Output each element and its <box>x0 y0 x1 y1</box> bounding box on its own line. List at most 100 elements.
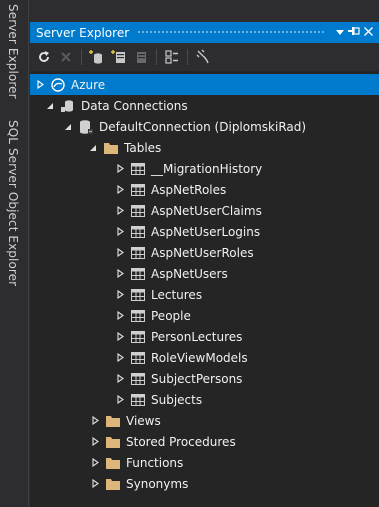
stop-icon <box>61 52 71 62</box>
expand-arrow[interactable] <box>114 221 126 242</box>
vs-window: Server Explorer SQL Server Object Explor… <box>0 0 379 507</box>
chevron-right-icon <box>116 290 124 299</box>
chevron-right-icon <box>116 185 124 194</box>
panel-toolbar <box>30 43 379 71</box>
table-icon <box>130 161 146 177</box>
auto-hide-button[interactable] <box>347 22 361 43</box>
chevron-down-icon <box>336 30 344 35</box>
tree-node-table[interactable]: AspNetRoles <box>30 179 379 200</box>
table-icon <box>130 350 146 366</box>
folder-icon <box>103 140 119 156</box>
tree-node-functions-folder[interactable]: Functions <box>30 452 379 473</box>
tree-node-label: Synonyms <box>126 476 189 491</box>
expand-arrow[interactable] <box>114 326 126 347</box>
expand-arrow[interactable] <box>89 452 101 473</box>
properties-button[interactable] <box>162 47 182 67</box>
close-button[interactable] <box>361 22 375 43</box>
collapse-arrow[interactable] <box>44 95 56 116</box>
tree-node-label: Stored Procedures <box>126 434 236 449</box>
server-explorer-tree: Azure Data Connections DefaultConnection… <box>30 74 379 507</box>
tree-node-table[interactable]: Lectures <box>30 284 379 305</box>
server-disabled-icon <box>137 52 146 63</box>
table-icon <box>130 203 146 219</box>
tree-node-label: Views <box>126 413 161 428</box>
expand-arrow[interactable] <box>89 473 101 494</box>
expand-arrow[interactable] <box>114 305 126 326</box>
chevron-right-icon <box>36 80 44 89</box>
chevron-right-icon <box>116 269 124 278</box>
toolbar-separator <box>81 49 82 65</box>
tree-node-label: Lectures <box>151 287 203 302</box>
connect-to-server-button[interactable] <box>109 47 129 67</box>
table-icon <box>130 224 146 240</box>
tree-node-azure[interactable]: Azure <box>30 74 379 95</box>
expand-arrow[interactable] <box>114 179 126 200</box>
expand-arrow[interactable] <box>114 368 126 389</box>
refresh-button[interactable] <box>34 47 54 67</box>
window-position-dropdown-button[interactable] <box>333 22 347 43</box>
expanded-triangle-icon <box>47 102 53 109</box>
tree-node-tables-folder[interactable]: Tables <box>30 137 379 158</box>
pin-icon <box>348 27 360 35</box>
expand-arrow[interactable] <box>114 200 126 221</box>
expand-arrow[interactable] <box>114 284 126 305</box>
data-connections-icon <box>60 98 76 114</box>
table-icon <box>130 392 146 408</box>
plug-icon <box>196 49 209 64</box>
expand-arrow[interactable] <box>114 242 126 263</box>
tree-node-table[interactable]: Subjects <box>30 389 379 410</box>
table-icon <box>130 308 146 324</box>
chevron-right-icon <box>116 227 124 236</box>
chevron-right-icon <box>116 353 124 362</box>
chevron-right-icon <box>91 479 99 488</box>
expand-arrow[interactable] <box>34 74 46 95</box>
tree-node-label: People <box>151 308 191 323</box>
toolbar-separator <box>156 49 157 65</box>
tree-node-views-folder[interactable]: Views <box>30 410 379 431</box>
expand-arrow[interactable] <box>89 431 101 452</box>
properties-icon <box>165 50 178 64</box>
expand-arrow[interactable] <box>114 389 126 410</box>
tree-node-label: Tables <box>124 140 162 155</box>
tree-node-stored-procedures-folder[interactable]: Stored Procedures <box>30 431 379 452</box>
tree-node-label: Data Connections <box>81 98 188 113</box>
tree-node-table[interactable]: AspNetUserLogins <box>30 221 379 242</box>
connect-database-icon <box>89 50 102 64</box>
tree-node-label: AspNetUserClaims <box>151 203 262 218</box>
tree-node-table[interactable]: RoleViewModels <box>30 347 379 368</box>
expand-arrow[interactable] <box>89 410 101 431</box>
tree-node-table[interactable]: SubjectPersons <box>30 368 379 389</box>
tree-node-default-connection[interactable]: DefaultConnection (DiplomskiRad) <box>30 116 379 137</box>
stop-refresh-button[interactable] <box>56 47 76 67</box>
tree-node-table[interactable]: PersonLectures <box>30 326 379 347</box>
connect-to-database-button[interactable] <box>87 47 107 67</box>
folder-icon <box>105 476 121 492</box>
tree-node-table[interactable]: AspNetUsers <box>30 263 379 284</box>
connect-sharepoint-button[interactable] <box>131 47 151 67</box>
tree-node-table[interactable]: AspNetUserClaims <box>30 200 379 221</box>
close-icon <box>363 27 373 36</box>
tree-node-synonyms-folder[interactable]: Synonyms <box>30 473 379 494</box>
tab-sql-server-object-explorer[interactable]: SQL Server Object Explorer <box>6 120 20 286</box>
tree-node-table[interactable]: AspNetUserRoles <box>30 242 379 263</box>
collapse-arrow[interactable] <box>87 137 99 158</box>
collapse-arrow[interactable] <box>62 116 74 137</box>
tab-server-explorer[interactable]: Server Explorer <box>6 4 20 99</box>
panel-title: Server Explorer <box>36 25 130 40</box>
chevron-right-icon <box>116 395 124 404</box>
connect-azure-button[interactable] <box>193 47 213 67</box>
expand-arrow[interactable] <box>114 347 126 368</box>
expand-arrow[interactable] <box>114 158 126 179</box>
tree-node-label: __MigrationHistory <box>151 161 263 176</box>
tree-node-label: RoleViewModels <box>151 350 248 365</box>
table-icon <box>130 371 146 387</box>
table-icon <box>130 266 146 282</box>
tree-node-table[interactable]: People <box>30 305 379 326</box>
chevron-right-icon <box>91 416 99 425</box>
tree-node-data-connections[interactable]: Data Connections <box>30 95 379 116</box>
tree-node-table[interactable]: __MigrationHistory <box>30 158 379 179</box>
tree-node-label: AspNetUserLogins <box>151 224 261 239</box>
expand-arrow[interactable] <box>114 263 126 284</box>
tree-node-label: SubjectPersons <box>151 371 243 386</box>
drag-grip[interactable] <box>137 30 325 35</box>
